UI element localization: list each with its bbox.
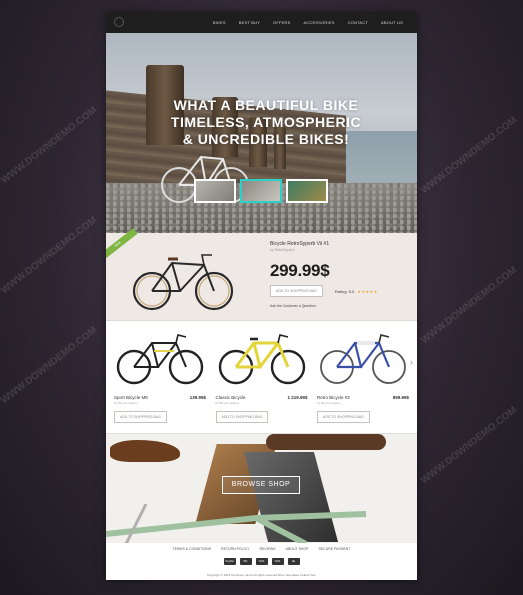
hero-thumbnail-active[interactable] <box>240 179 282 203</box>
watermark-text: WWW.DOWNDEMO.COM <box>419 264 520 347</box>
product-image[interactable] <box>114 331 206 387</box>
nav-item-accessories[interactable]: ACCESSORIES <box>303 20 334 25</box>
footer-link-return-policy[interactable]: RETURN POLICY <box>221 547 249 551</box>
product-name[interactable]: Classic Bicycle <box>216 395 246 400</box>
nav-item-about-us[interactable]: ABOUT US <box>381 20 403 25</box>
product-brand: by Bicycle Gallery <box>114 401 138 405</box>
featured-title[interactable]: Bicycle RetroSyperb Vii #1 <box>270 241 410 247</box>
watermark-text: WWW.DOWNDEMO.COM <box>419 114 520 197</box>
watermark-text: WWW.DOWNDEMO.COM <box>0 324 100 407</box>
product-card: Sport Bicycle M8 by Bicycle Gallery 139.… <box>114 331 206 433</box>
watermark-text: WWW.DOWNDEMO.COM <box>419 404 520 487</box>
footer: TERMS & CONDITIONS RETURN POLICY REVIEWS… <box>106 543 417 580</box>
hero-thumbnail[interactable] <box>286 179 328 203</box>
banner-bike-frame <box>106 504 367 543</box>
add-to-bag-button[interactable]: ADD TO SHOPPING BAG <box>114 411 167 423</box>
mastercard-icon: MC <box>239 558 252 565</box>
product-price: 139.99$ <box>189 395 206 400</box>
add-to-bag-button[interactable]: ADD TO SHOPPING BAG <box>317 411 370 423</box>
featured-actions: ADD TO SHOPPING BAG Rating: 5.0 ★★★★★ <box>270 285 410 297</box>
product-meta: Sport Bicycle M8 by Bicycle Gallery 139.… <box>114 395 206 405</box>
product-meta: Retro Bicycle #2 by Bicycle Gallery 899.… <box>317 395 409 405</box>
hero-title-line: WHAT A BEAUTIFUL BIKE <box>173 97 359 113</box>
product-price: 1 219.99$ <box>287 395 308 400</box>
featured-product: NEW Bicycle RetroSyperb Vii #1 by RetroS… <box>106 228 417 321</box>
top-nav: BIKES BEST BUY OFFERS ACCESSORIES CONTAC… <box>106 12 417 33</box>
hero-thumbnail[interactable] <box>194 179 236 203</box>
hero-title-line: & UNCREDIBLE BIKES! <box>182 131 350 147</box>
nav-item-best-buy[interactable]: BEST BUY <box>239 20 260 25</box>
nav-item-contact[interactable]: CONTACT <box>348 20 368 25</box>
product-image[interactable] <box>317 331 409 387</box>
rating-stars-icon: ★★★★★ <box>357 288 378 294</box>
featured-info: Bicycle RetroSyperb Vii #1 by RetroSuper… <box>270 241 410 308</box>
product-name[interactable]: Retro Bicycle #2 <box>317 395 350 400</box>
paypal-icon: PayPal <box>223 558 236 565</box>
visa-electron-icon: VISA <box>271 558 284 565</box>
footer-link-about-shop[interactable]: ABOUT SHOP <box>286 547 309 551</box>
watermark-text: WWW.DOWNDEMO.COM <box>0 104 100 187</box>
payment-icons: PayPal MC VISA VISA AE <box>106 558 417 565</box>
product-image[interactable] <box>216 331 308 387</box>
hero-slider: WHAT A BEAUTIFUL BIKE TIMELESS, ATMOSPHE… <box>106 33 417 233</box>
website-page: BIKES BEST BUY OFFERS ACCESSORIES CONTAC… <box>106 12 417 580</box>
product-text: Sport Bicycle M8 by Bicycle Gallery <box>114 395 148 405</box>
product-text: Retro Bicycle #2 by Bicycle Gallery <box>317 395 350 405</box>
product-card: Classic Bicycle by Bicycle Gallery 1 219… <box>215 331 308 433</box>
copyright: Copyright © 2016 Company name All rights… <box>206 573 317 577</box>
featured-subtitle: by RetroSuperb <box>270 248 295 252</box>
watermark-text: WWW.DOWNDEMO.COM <box>0 214 100 297</box>
rating-label: Rating: 5.0 <box>334 288 355 294</box>
product-grid: Sport Bicycle M8 by Bicycle Gallery 139.… <box>106 321 417 433</box>
add-to-bag-button[interactable]: ADD TO SHOPPING BAG <box>215 411 269 423</box>
logo[interactable] <box>114 17 124 27</box>
hero-thumbnails <box>194 179 328 203</box>
product-price: 899.99$ <box>392 395 409 400</box>
ask-question-link[interactable]: Ask the Customer a Question <box>270 304 410 308</box>
footer-links: TERMS & CONDITIONS RETURN POLICY REVIEWS… <box>106 547 417 551</box>
hero-title-line: TIMELESS, ATMOSPHERIC <box>170 114 362 130</box>
banner-saddle <box>110 440 180 462</box>
product-text: Classic Bicycle by Bicycle Gallery <box>216 395 246 405</box>
promo-banner: BROWSE SHOP <box>106 433 417 543</box>
add-to-bag-button[interactable]: ADD TO SHOPPING BAG <box>270 285 323 297</box>
banner-handlebar <box>266 434 386 450</box>
product-brand: by Bicycle Gallery <box>215 401 240 405</box>
footer-link-reviews[interactable]: REVIEWS <box>259 547 275 551</box>
product-brand: by Bicycle Gallery <box>317 401 341 405</box>
browse-shop-button[interactable]: BROWSE SHOP <box>222 476 300 494</box>
visa-icon: VISA <box>255 558 268 565</box>
nav-item-bikes[interactable]: BIKES <box>213 20 226 25</box>
nav-item-offers[interactable]: OFFERS <box>273 20 290 25</box>
amex-icon: AE <box>287 558 300 565</box>
chevron-right-icon[interactable]: › <box>410 357 413 367</box>
product-meta: Classic Bicycle by Bicycle Gallery 1 219… <box>216 395 308 405</box>
product-name[interactable]: Sport Bicycle M8 <box>114 395 148 400</box>
featured-bike-image[interactable] <box>128 243 238 313</box>
product-card: Retro Bicycle #2 by Bicycle Gallery 899.… <box>317 331 409 433</box>
footer-link-terms[interactable]: TERMS & CONDITIONS <box>173 547 212 551</box>
footer-link-secure-payment[interactable]: SECURE PAYMENT <box>319 547 351 551</box>
hero-title: WHAT A BEAUTIFUL BIKE TIMELESS, ATMOSPHE… <box>166 97 366 148</box>
featured-price: 299.99$ <box>270 261 330 280</box>
